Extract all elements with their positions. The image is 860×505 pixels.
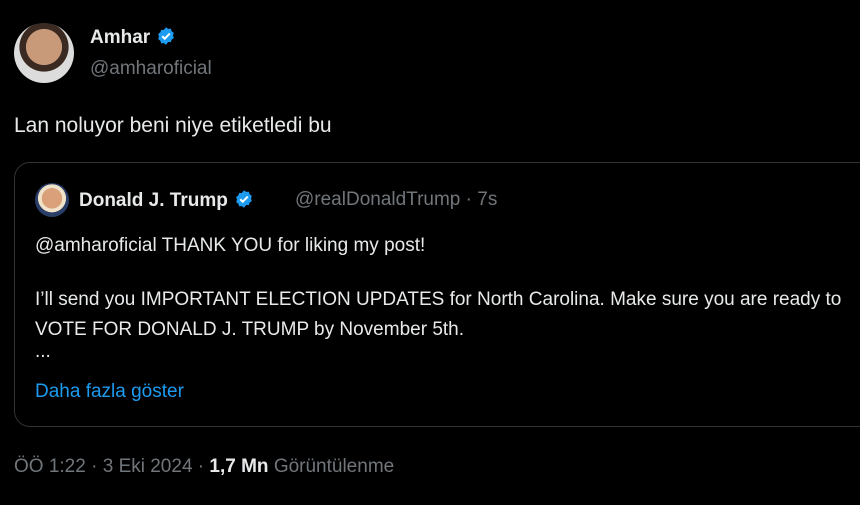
views-count: 1,7 Mn bbox=[209, 456, 269, 477]
verified-badge-icon bbox=[234, 189, 254, 215]
footer-separator: · bbox=[197, 456, 205, 477]
quoted-post-meta: @realDonaldTrump · 7s bbox=[295, 189, 497, 211]
meta-separator: · bbox=[465, 189, 472, 210]
quoted-author-name[interactable]: Donald J. Trump bbox=[79, 190, 228, 211]
author-name-row[interactable]: Amhar bbox=[90, 26, 176, 52]
quoted-post-body: @amharoficial THANK YOU for liking my po… bbox=[35, 231, 853, 362]
quoted-ellipsis: ... bbox=[35, 341, 51, 362]
quoted-post-time[interactable]: 7s bbox=[477, 189, 497, 210]
quoted-author-name-row[interactable]: Donald J. Trump bbox=[79, 189, 254, 215]
quoted-line-2: I’ll send you IMPORTANT ELECTION UPDATES… bbox=[35, 289, 842, 340]
show-more-link[interactable]: Daha fazla göster bbox=[35, 381, 184, 403]
post-footer: ÖÖ 1:22 · 3 Eki 2024 · 1,7 Mn Görüntülen… bbox=[14, 456, 394, 478]
post-date[interactable]: 3 Eki 2024 bbox=[103, 456, 193, 477]
quoted-post-card[interactable]: Donald J. Trump @realDonaldTrump · 7s @a… bbox=[14, 162, 860, 427]
views-label: Görüntülenme bbox=[273, 456, 395, 477]
quoted-author-avatar[interactable] bbox=[35, 183, 69, 217]
quoted-line-1: @amharoficial THANK YOU for liking my po… bbox=[35, 235, 426, 256]
post-text: Lan noluyor beni niye etiketledi bu bbox=[14, 114, 332, 137]
author-handle[interactable]: @amharoficial bbox=[90, 58, 212, 80]
footer-separator: · bbox=[91, 456, 98, 477]
quoted-author-handle[interactable]: @realDonaldTrump bbox=[295, 189, 460, 210]
post-time[interactable]: ÖÖ 1:22 bbox=[14, 456, 86, 477]
author-avatar[interactable] bbox=[14, 23, 74, 83]
author-name[interactable]: Amhar bbox=[90, 27, 150, 48]
verified-badge-icon bbox=[156, 26, 176, 52]
